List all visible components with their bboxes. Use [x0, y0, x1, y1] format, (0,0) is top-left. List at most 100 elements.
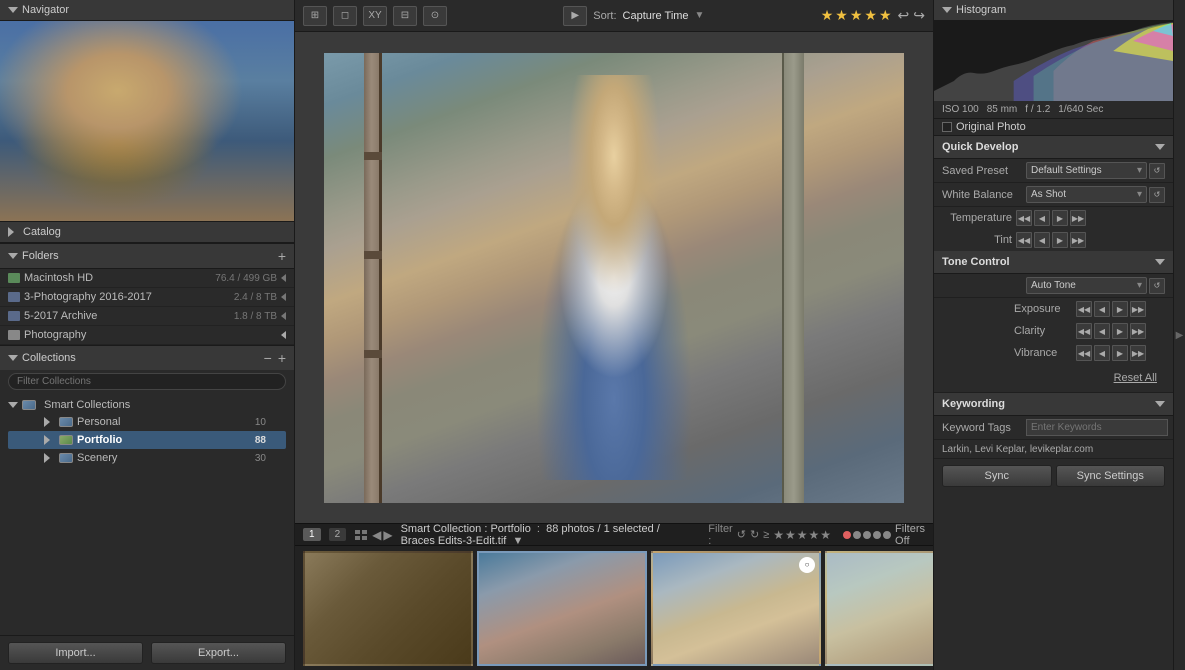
- filter-star-3: ★: [797, 528, 808, 542]
- tone-control-value: Auto Tone: [1031, 280, 1076, 291]
- list-item[interactable]: Macintosh HD 76.4 / 499 GB: [0, 269, 294, 288]
- folders-add-button[interactable]: +: [278, 248, 286, 264]
- temperature-dec-large-button[interactable]: ◀◀: [1016, 210, 1032, 226]
- tint-inc-large-button[interactable]: ▶▶: [1070, 232, 1086, 248]
- clarity-dec-button[interactable]: ◀: [1094, 323, 1110, 339]
- dot-gray-4[interactable]: [883, 531, 891, 539]
- tone-control-reset-button[interactable]: ↺: [1149, 278, 1165, 294]
- filmstrip-thumb[interactable]: [303, 551, 473, 666]
- loupe-view-button[interactable]: ◻: [333, 6, 357, 26]
- quick-develop-header[interactable]: Quick Develop: [934, 136, 1173, 159]
- temperature-inc-large-button[interactable]: ▶▶: [1070, 210, 1086, 226]
- page-1-button[interactable]: 1: [303, 528, 321, 541]
- page-2-button[interactable]: 2: [329, 528, 347, 541]
- white-balance-reset-button[interactable]: ↺: [1149, 187, 1165, 203]
- keyword-tags-input[interactable]: [1026, 419, 1168, 436]
- folders-list: Macintosh HD 76.4 / 499 GB 3-Photography…: [0, 269, 294, 345]
- saved-preset-reset-button[interactable]: ↺: [1149, 163, 1165, 179]
- clarity-inc-large-button[interactable]: ▶▶: [1130, 323, 1146, 339]
- list-item[interactable]: 5-2017 Archive 1.8 / 8 TB: [0, 307, 294, 326]
- list-item[interactable]: Portfolio 88: [8, 431, 286, 449]
- collections-add-button[interactable]: +: [278, 350, 286, 366]
- sync-button[interactable]: Sync: [942, 465, 1052, 487]
- iso-label: ISO 100: [942, 104, 979, 115]
- folders-header[interactable]: Folders +: [0, 244, 294, 269]
- grid-view-button[interactable]: ⊞: [303, 6, 327, 26]
- folder-icon: [8, 273, 20, 283]
- filmstrip-thumb[interactable]: ○: [651, 551, 821, 666]
- tone-control-control: Auto Tone ▾ ↺: [1026, 277, 1165, 294]
- sort-dropdown[interactable]: Capture Time: [623, 10, 689, 22]
- collections-filter-input[interactable]: [8, 373, 286, 390]
- keywording-header[interactable]: Keywording: [934, 393, 1173, 416]
- saved-preset-dropdown[interactable]: Default Settings ▾: [1026, 162, 1147, 179]
- next-button[interactable]: ▶: [383, 528, 392, 542]
- exposure-inc-large-button[interactable]: ▶▶: [1130, 301, 1146, 317]
- tone-control-header[interactable]: Tone Control: [934, 251, 1173, 274]
- compare-view-button[interactable]: XY: [363, 6, 387, 26]
- exposure-dec-button[interactable]: ◀: [1094, 301, 1110, 317]
- dot-gray-2[interactable]: [863, 531, 871, 539]
- vibrance-controls: ◀◀ ◀ ▶ ▶▶: [1076, 345, 1146, 361]
- filter-icon-1: ↺: [737, 528, 746, 541]
- survey-view-button[interactable]: ⊟: [393, 6, 417, 26]
- folder-arrow-icon: [281, 331, 286, 339]
- collection-count: 88: [255, 435, 266, 446]
- temperature-dec-button[interactable]: ◀: [1034, 210, 1050, 226]
- center-panel: ⊞ ◻ XY ⊟ ⊙ ▶ Sort: Capture Time ▼ ★ ★ ★ …: [295, 0, 933, 670]
- import-button[interactable]: Import...: [8, 642, 143, 664]
- dot-gray-3[interactable]: [873, 531, 881, 539]
- clarity-controls: ◀◀ ◀ ▶ ▶▶: [1076, 323, 1146, 339]
- catalog-header[interactable]: Catalog: [0, 222, 294, 243]
- collections-header[interactable]: Collections − +: [0, 346, 294, 370]
- histogram-header[interactable]: Histogram: [934, 0, 1173, 21]
- list-item[interactable]: Personal 10: [8, 413, 286, 431]
- list-item[interactable]: 3-Photography 2016-2017 2.4 / 8 TB: [0, 288, 294, 307]
- clarity-inc-button[interactable]: ▶: [1112, 323, 1128, 339]
- tint-inc-button[interactable]: ▶: [1052, 232, 1068, 248]
- original-photo-checkbox[interactable]: [942, 122, 952, 132]
- export-button[interactable]: Export...: [151, 642, 286, 664]
- vibrance-dec-button[interactable]: ◀: [1094, 345, 1110, 361]
- dropdown-arrow-icon: ▾: [1137, 165, 1142, 176]
- catalog-collapse-icon: [8, 227, 19, 237]
- dot-red[interactable]: [843, 531, 851, 539]
- right-panel-toggle[interactable]: ▶: [1173, 0, 1185, 670]
- list-item[interactable]: Scenery 30: [8, 449, 286, 467]
- vibrance-inc-button[interactable]: ▶: [1112, 345, 1128, 361]
- original-photo-row: Original Photo: [934, 119, 1173, 136]
- reset-all-button[interactable]: Reset All: [942, 368, 1165, 388]
- thumb-image: [479, 553, 645, 664]
- slideshow-button[interactable]: ▶: [563, 6, 587, 26]
- collections-remove-button[interactable]: −: [264, 350, 272, 366]
- filter-stars: ★ ★ ★ ★ ★: [773, 528, 831, 542]
- star-2: ★: [835, 7, 848, 24]
- tint-dec-large-button[interactable]: ◀◀: [1016, 232, 1032, 248]
- clarity-dec-large-button[interactable]: ◀◀: [1076, 323, 1092, 339]
- histogram-section: Histogram: [934, 0, 1173, 136]
- exposure-inc-button[interactable]: ▶: [1112, 301, 1128, 317]
- exposure-dec-large-button[interactable]: ◀◀: [1076, 301, 1092, 317]
- filmstrip-thumb[interactable]: [825, 551, 933, 666]
- navigator-header[interactable]: Navigator: [0, 0, 294, 21]
- filmstrip-thumb[interactable]: [477, 551, 647, 666]
- focal-length: 85 mm: [987, 104, 1018, 115]
- smart-collections-header[interactable]: Smart Collections: [8, 397, 286, 413]
- white-balance-dropdown[interactable]: As Shot ▾: [1026, 186, 1147, 203]
- list-item[interactable]: Photography: [0, 326, 294, 345]
- prev-button[interactable]: ◀: [372, 528, 381, 542]
- vibrance-dec-large-button[interactable]: ◀◀: [1076, 345, 1092, 361]
- tint-row: Tint ◀◀ ◀ ▶ ▶▶: [934, 229, 1173, 251]
- vibrance-inc-large-button[interactable]: ▶▶: [1130, 345, 1146, 361]
- people-view-button[interactable]: ⊙: [423, 6, 447, 26]
- smart-collection-folder-icon: [22, 400, 36, 410]
- temperature-inc-button[interactable]: ▶: [1052, 210, 1068, 226]
- rotate-left-button[interactable]: ↩: [898, 7, 910, 24]
- rotate-right-button[interactable]: ↪: [913, 7, 925, 24]
- star-rating[interactable]: ★ ★ ★ ★ ★: [821, 7, 892, 24]
- tone-control-dropdown[interactable]: Auto Tone ▾: [1026, 277, 1147, 294]
- sync-settings-button[interactable]: Sync Settings: [1056, 465, 1166, 487]
- dot-gray-1[interactable]: [853, 531, 861, 539]
- photo-simulation: [324, 53, 904, 503]
- tint-dec-button[interactable]: ◀: [1034, 232, 1050, 248]
